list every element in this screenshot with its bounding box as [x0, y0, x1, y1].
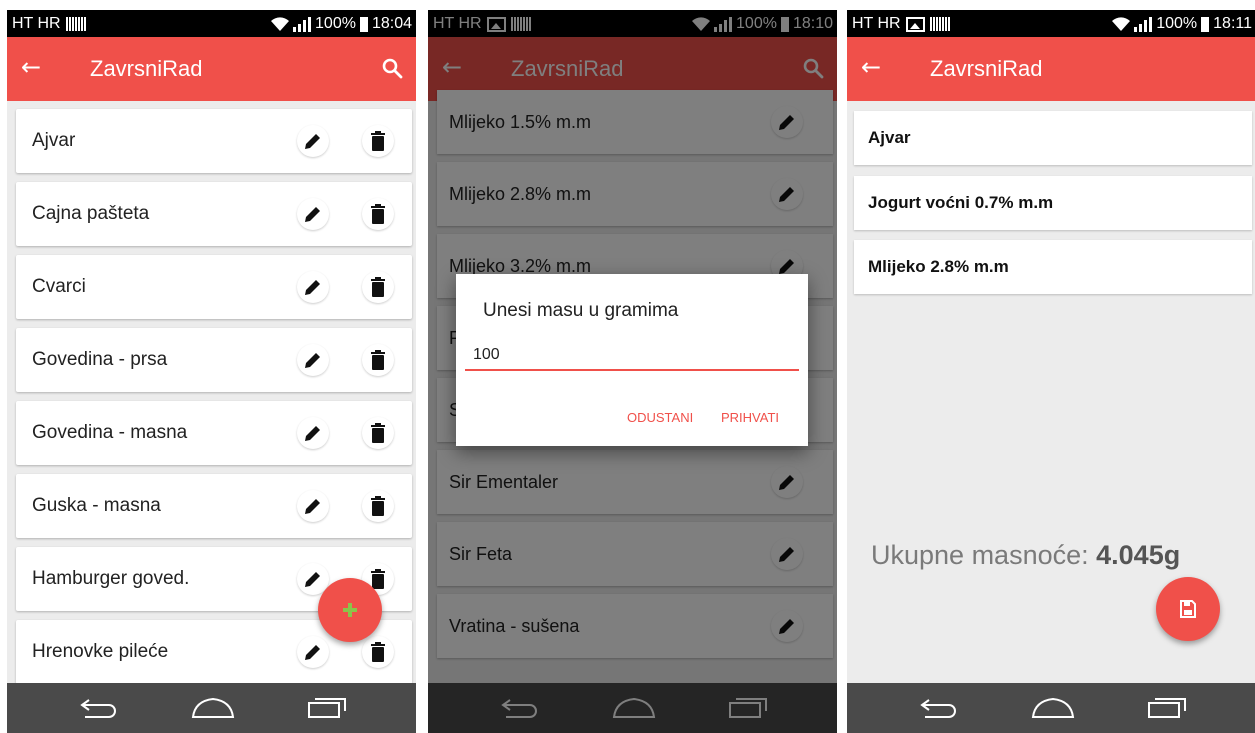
battery-icon [359, 16, 368, 32]
system-nav-bar [847, 683, 1255, 733]
list-item[interactable]: Ajvar [16, 109, 412, 173]
trash-icon[interactable] [362, 636, 394, 668]
food-name: Cajna pašteta [32, 203, 150, 224]
list-item[interactable]: Cvarci [16, 255, 412, 319]
app-title: ZavrsniRad [930, 56, 1043, 81]
food-name: Mlijeko 2.8% m.m [868, 257, 1009, 276]
clock: 18:11 [1213, 15, 1252, 32]
recents-nav-icon[interactable] [307, 697, 347, 719]
screen-mass-dialog: HT HR 100% 18:10 ← ZavrsniRad Mlijeko 1.… [428, 10, 837, 733]
mass-input-dialog: Unesi masu u gramima ODUSTANI PRIHVATI [456, 274, 808, 446]
total-fat-value: 4.045g [1096, 540, 1181, 570]
plus-icon [343, 603, 357, 617]
barcode-notification-icon [929, 17, 950, 31]
food-name: Hrenovke pileće [32, 641, 169, 662]
list-item[interactable]: Guska - masna [16, 474, 412, 538]
pencil-icon[interactable] [297, 125, 329, 157]
list-item[interactable]: Jogurt voćni 0.7% m.m [854, 176, 1252, 230]
food-name: Cvarci [32, 276, 86, 297]
pencil-icon[interactable] [297, 344, 329, 376]
wifi-icon [1112, 17, 1131, 31]
arrow-left-icon[interactable]: ← [21, 55, 41, 79]
food-name: Ajvar [32, 130, 76, 151]
pencil-icon[interactable] [297, 271, 329, 303]
battery-percent: 100% [1156, 15, 1198, 32]
pencil-icon[interactable] [297, 417, 329, 449]
battery-icon [1201, 16, 1210, 32]
search-icon[interactable] [380, 56, 404, 80]
screen-summary: HT HR 100% 18:11 ← ZavrsniRad Ajvar Jogu… [847, 10, 1255, 733]
arrow-left-icon[interactable]: ← [861, 55, 881, 79]
carrier-label: HT HR [852, 15, 901, 32]
back-nav-icon[interactable] [919, 697, 959, 719]
trash-icon[interactable] [362, 198, 394, 230]
barcode-notification-icon [65, 17, 86, 31]
total-fat-label: Ukupne masnoće: [871, 540, 1089, 570]
cancel-button[interactable]: ODUSTANI [627, 410, 693, 425]
list-item[interactable]: Govedina - prsa [16, 328, 412, 392]
food-name: Guska - masna [32, 495, 161, 516]
home-nav-icon[interactable] [191, 697, 235, 719]
recents-nav-icon[interactable] [1147, 697, 1187, 719]
carrier-label: HT HR [12, 15, 61, 32]
image-notification-icon [905, 16, 925, 32]
dialog-title: Unesi masu u gramima [483, 300, 679, 321]
save-icon [1180, 600, 1196, 618]
list-item[interactable]: Ajvar [854, 111, 1252, 165]
food-name: Hamburger goved. [32, 568, 190, 589]
status-bar: HT HR 100% 18:11 [847, 10, 1255, 37]
mass-input[interactable] [465, 341, 799, 371]
trash-icon[interactable] [362, 271, 394, 303]
trash-icon[interactable] [362, 344, 394, 376]
save-button[interactable] [1156, 577, 1220, 641]
trash-icon[interactable] [362, 490, 394, 522]
battery-percent: 100% [315, 15, 356, 32]
wifi-icon [271, 17, 290, 31]
app-bar: ← ZavrsniRad [847, 37, 1255, 101]
pencil-icon[interactable] [297, 198, 329, 230]
add-food-button[interactable] [318, 578, 382, 642]
list-item[interactable]: Mlijeko 2.8% m.m [854, 240, 1252, 294]
signal-icon [293, 16, 312, 32]
screen-food-list: HT HR 100% 18:04 ← ZavrsniRad Ajvar Cajn… [7, 10, 416, 733]
app-bar: ← ZavrsniRad [7, 37, 416, 101]
system-nav-bar [7, 683, 416, 733]
list-item[interactable]: Govedina - masna [16, 401, 412, 465]
accept-button[interactable]: PRIHVATI [721, 410, 779, 425]
food-name: Ajvar [868, 128, 911, 147]
signal-icon [1134, 16, 1153, 32]
status-bar: HT HR 100% 18:04 [7, 10, 416, 37]
food-name: Govedina - masna [32, 422, 188, 443]
pencil-icon[interactable] [297, 490, 329, 522]
trash-icon[interactable] [362, 417, 394, 449]
app-title: ZavrsniRad [90, 56, 203, 81]
clock: 18:04 [371, 15, 412, 32]
food-name: Govedina - prsa [32, 349, 168, 370]
food-name: Jogurt voćni 0.7% m.m [868, 193, 1054, 212]
list-item[interactable]: Cajna pašteta [16, 182, 412, 246]
back-nav-icon[interactable] [79, 697, 119, 719]
total-fat-summary: Ukupne masnoće: 4.045g [871, 540, 1180, 571]
trash-icon[interactable] [362, 125, 394, 157]
pencil-icon[interactable] [297, 636, 329, 668]
home-nav-icon[interactable] [1031, 697, 1075, 719]
